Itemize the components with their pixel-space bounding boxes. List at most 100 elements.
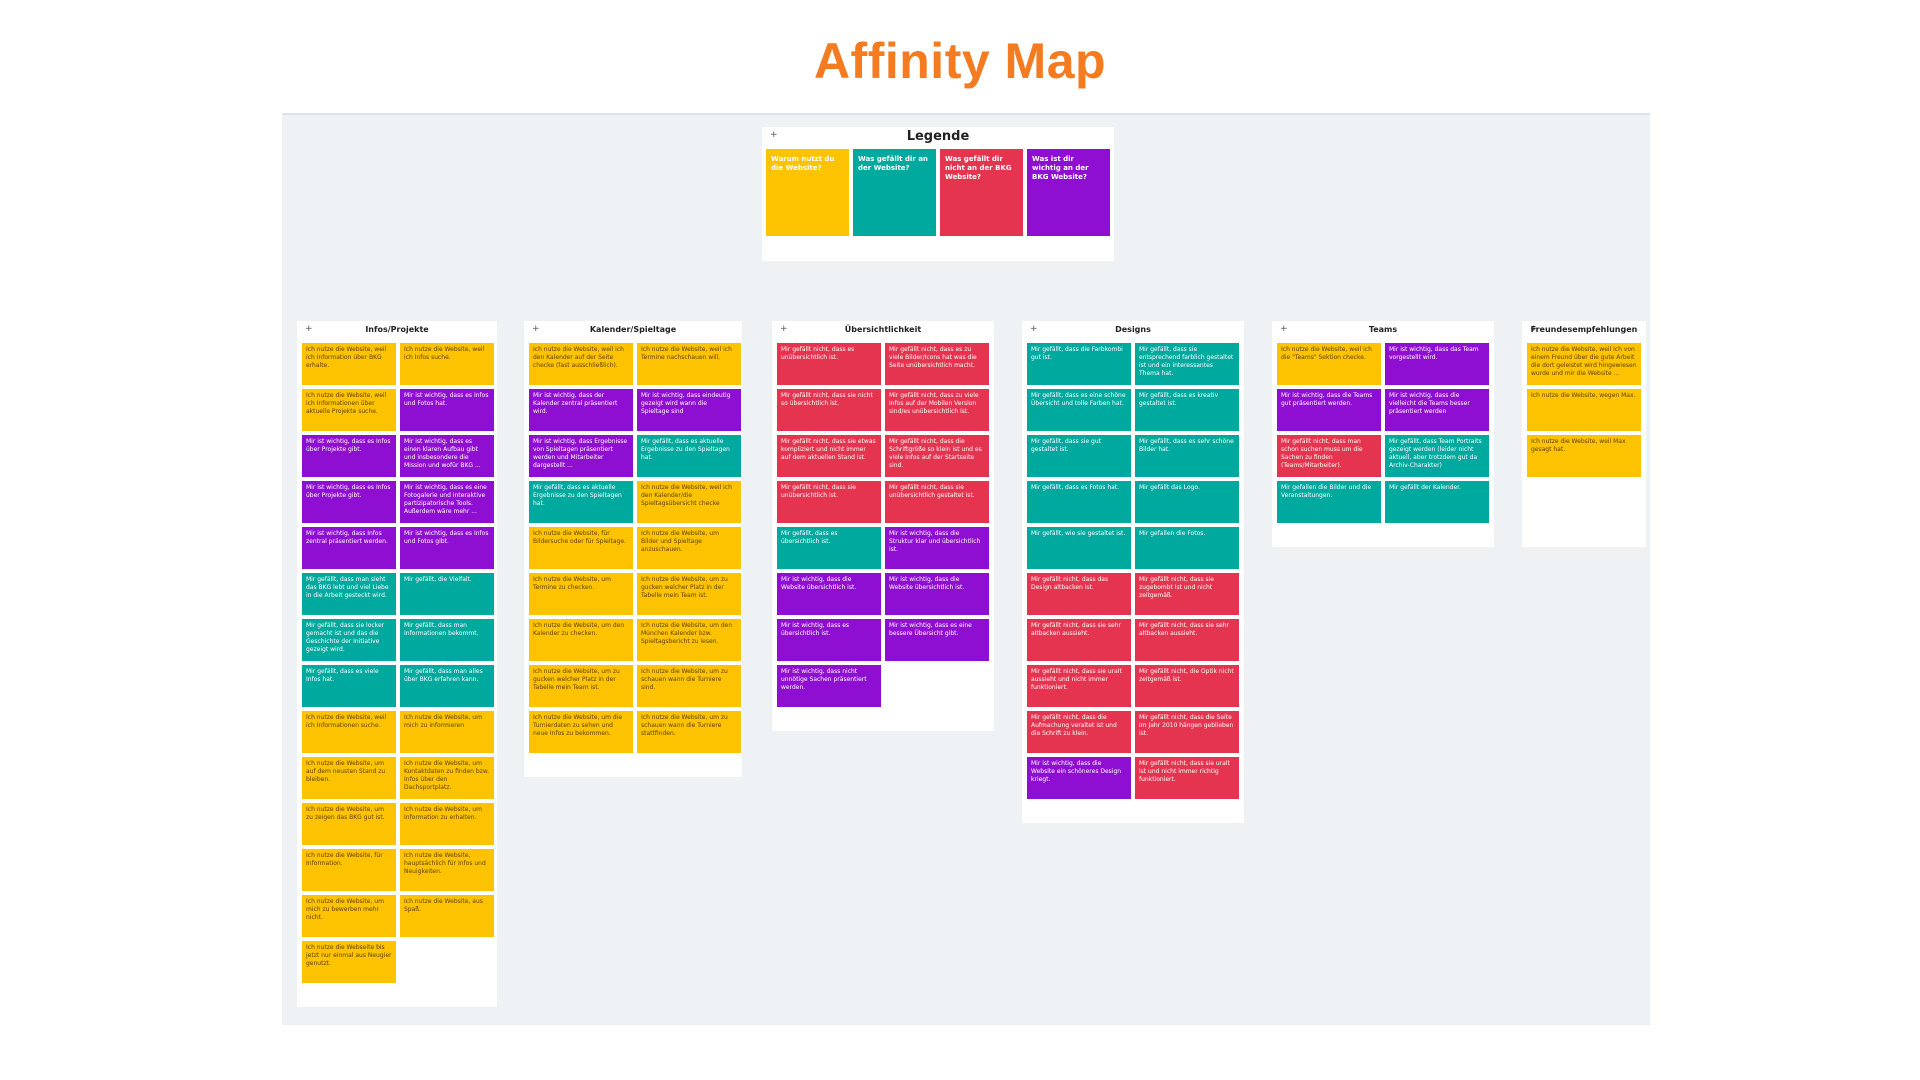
sticky-note[interactable]: Mir gefällt nicht, dass die Schriftgröße… bbox=[885, 435, 989, 477]
sticky-note[interactable]: Ich nutze die Website, für Information. bbox=[302, 849, 396, 891]
sticky-note[interactable]: Mir gefällt, dass sie gut gestaltet ist. bbox=[1027, 435, 1131, 477]
sticky-note[interactable]: Ich nutze die Website, um mich zu inform… bbox=[400, 711, 494, 753]
sticky-note[interactable]: Ich nutze die Website, aus Spaß. bbox=[400, 895, 494, 937]
sticky-note[interactable]: Mir ist wichtig, dass die Struktur klar … bbox=[885, 527, 989, 569]
sticky-note[interactable]: Mir gefällt nicht, dass sie unübersichtl… bbox=[777, 481, 881, 523]
sticky-note[interactable]: Mir gefällt nicht, die Optik nicht zeitg… bbox=[1135, 665, 1239, 707]
sticky-note[interactable]: Mir gefällt nicht, dass sie uralt aussie… bbox=[1027, 665, 1131, 707]
sticky-note[interactable]: Mir gefällt nicht, dass das Design altba… bbox=[1027, 573, 1131, 615]
sticky-note[interactable]: Mir gefällt, die Vielfalt. bbox=[400, 573, 494, 615]
legend-panel: + Legende Warum nutzt du die Website? Was… bbox=[762, 127, 1114, 261]
sticky-note[interactable]: Ich nutze die Website, um zu zeigen das … bbox=[302, 803, 396, 845]
sticky-note[interactable]: Ich nutze die Website, weil ich Infos su… bbox=[400, 343, 494, 385]
cluster-notes: Mir gefällt nicht, dass es unübersichtli… bbox=[777, 343, 994, 707]
sticky-note[interactable]: Mir ist wichtig, dass es eine Fotogaleri… bbox=[400, 481, 494, 523]
legend-note[interactable]: Was ist dir wichtig an der BKG Website? bbox=[1027, 149, 1110, 236]
sticky-note[interactable]: Mir gefällt, dass es aktuelle Ergebnisse… bbox=[637, 435, 741, 477]
sticky-note[interactable]: Mir ist wichtig, dass das Team vorgestel… bbox=[1385, 343, 1489, 385]
sticky-note[interactable]: Ich nutze die Website, weil Max gesagt h… bbox=[1527, 435, 1641, 477]
sticky-note[interactable]: Ich nutze die Website, weil ich die "Tea… bbox=[1277, 343, 1381, 385]
sticky-note[interactable]: Mir ist wichtig, dass es Infos und Fotos… bbox=[400, 389, 494, 431]
sticky-note[interactable]: Ich nutze die Website, um die Turnierdat… bbox=[529, 711, 633, 753]
sticky-note[interactable]: Mir gefällt, dass sie entsprechend farbl… bbox=[1135, 343, 1239, 385]
sticky-note[interactable]: Mir ist wichtig, dass Infos zentral präs… bbox=[302, 527, 396, 569]
sticky-note[interactable]: Mir gefällt, dass es kreativ gestaltet i… bbox=[1135, 389, 1239, 431]
sticky-note[interactable]: Ich nutze die Website, um mich zu bewerb… bbox=[302, 895, 396, 937]
sticky-note[interactable]: Mir gefällt, dass man alles über BKG erf… bbox=[400, 665, 494, 707]
sticky-note[interactable]: Mir gefällt nicht, dass sie uralt ist un… bbox=[1135, 757, 1239, 799]
sticky-note[interactable]: Ich nutze die Website, für Bildersuche o… bbox=[529, 527, 633, 569]
legend-note[interactable]: Was gefällt dir an der Website? bbox=[853, 149, 936, 236]
sticky-note[interactable]: Ich nutze die Website, um den München Ka… bbox=[637, 619, 741, 661]
sticky-note[interactable]: Mir gefällt nicht, dass sie sehr altback… bbox=[1135, 619, 1239, 661]
sticky-note[interactable]: Mir gefällt nicht, dass zu viele Infos a… bbox=[885, 389, 989, 431]
sticky-note[interactable]: Ich nutze die Website, weil ich von eine… bbox=[1527, 343, 1641, 385]
sticky-note[interactable]: Ich nutze die Website, um auf dem neuste… bbox=[302, 757, 396, 799]
sticky-note[interactable]: Mir gefallen die Bilder und die Veransta… bbox=[1277, 481, 1381, 523]
sticky-note[interactable]: Mir ist wichtig, dass die vielleicht die… bbox=[1385, 389, 1489, 431]
page-title: Affinity Map bbox=[813, 33, 1107, 89]
sticky-note[interactable]: Mir gefällt, dass es viele Infos hat. bbox=[302, 665, 396, 707]
sticky-note[interactable]: Mir gefällt nicht, dass es zu viele Bild… bbox=[885, 343, 989, 385]
sticky-note[interactable]: Mir gefällt nicht, dass sie zugebombt is… bbox=[1135, 573, 1239, 615]
sticky-note[interactable]: Ich nutze die Website, um den Kalender z… bbox=[529, 619, 633, 661]
sticky-note[interactable]: Mir gefällt nicht, dass sie sehr altback… bbox=[1027, 619, 1131, 661]
sticky-note[interactable]: Ich nutze die Website, um Information zu… bbox=[400, 803, 494, 845]
sticky-note[interactable]: Mir gefällt nicht, dass man schon suchen… bbox=[1277, 435, 1381, 477]
sticky-note[interactable]: Mir ist wichtig, dass es einen klaren Au… bbox=[400, 435, 494, 477]
sticky-note[interactable]: Mir ist wichtig, dass die Teams gut präs… bbox=[1277, 389, 1381, 431]
sticky-note[interactable]: Ich nutze die Website, um zu gucken welc… bbox=[529, 665, 633, 707]
sticky-note[interactable]: Mir gefällt, dass es eine schöne Übersic… bbox=[1027, 389, 1131, 431]
sticky-note[interactable]: Mir gefallen die Fotos. bbox=[1135, 527, 1239, 569]
sticky-note[interactable]: Mir gefällt nicht, dass die Seite im Jah… bbox=[1135, 711, 1239, 753]
sticky-note[interactable]: Ich nutze die Website, um Kontaktdaten z… bbox=[400, 757, 494, 799]
sticky-note[interactable]: Mir gefällt, dass es sehr schöne Bilder … bbox=[1135, 435, 1239, 477]
sticky-note[interactable]: Mir gefällt, dass Team Portraits gezeigt… bbox=[1385, 435, 1489, 477]
sticky-note[interactable]: Mir ist wichtig, dass nicht unnötige Sac… bbox=[777, 665, 881, 707]
sticky-note[interactable]: Mir gefällt das Logo. bbox=[1135, 481, 1239, 523]
sticky-note[interactable]: Mir gefällt, dass man sieht das BKG lebt… bbox=[302, 573, 396, 615]
sticky-note[interactable]: Mir ist wichtig, dass es eine bessere Üb… bbox=[885, 619, 989, 661]
sticky-note[interactable]: Ich nutze die Website, um Termine zu che… bbox=[529, 573, 633, 615]
sticky-note[interactable]: Mir gefällt nicht, dass sie nicht so übe… bbox=[777, 389, 881, 431]
sticky-note[interactable]: Mir gefällt, dass es übersichtlich ist. bbox=[777, 527, 881, 569]
sticky-note[interactable]: Mir gefällt, dass es Fotos hat. bbox=[1027, 481, 1131, 523]
sticky-note[interactable]: Mir ist wichtig, dass die Website ein sc… bbox=[1027, 757, 1131, 799]
sticky-note[interactable]: Mir gefällt, wie sie gestaltet ist. bbox=[1027, 527, 1131, 569]
sticky-note[interactable]: Mir gefällt, dass sie locker gemacht ist… bbox=[302, 619, 396, 661]
sticky-note[interactable]: Ich nutze die Website, um zu gucken welc… bbox=[637, 573, 741, 615]
sticky-note[interactable]: Mir ist wichtig, dass es Infos und Fotos… bbox=[400, 527, 494, 569]
sticky-note[interactable]: Mir ist wichtig, dass es Infos über Proj… bbox=[302, 481, 396, 523]
sticky-note[interactable]: Ich nutze die Webseite bis jetzt nur ein… bbox=[302, 941, 396, 983]
sticky-note[interactable]: Ich nutze die Website, weil ich Termine … bbox=[637, 343, 741, 385]
sticky-note[interactable]: Mir ist wichtig, dass Ergebnisse von Spi… bbox=[529, 435, 633, 477]
sticky-note[interactable]: Ich nutze die Website, um Bilder und Spi… bbox=[637, 527, 741, 569]
sticky-note[interactable]: Ich nutze die Website, weil ich den Kale… bbox=[637, 481, 741, 523]
sticky-note[interactable]: Mir gefällt, dass die Farbkombi gut ist. bbox=[1027, 343, 1131, 385]
cluster-column: + Designs Mir gefällt, dass die Farbkombi … bbox=[1022, 321, 1244, 823]
sticky-note[interactable]: Ich nutze die Website, weil ich den Kale… bbox=[529, 343, 633, 385]
sticky-note[interactable]: Mir ist wichtig, dass eindeutig gezeigt … bbox=[637, 389, 741, 431]
sticky-note[interactable]: Mir ist wichtig, dass die Website übersi… bbox=[885, 573, 989, 615]
sticky-note[interactable]: Mir gefällt der Kalender. bbox=[1385, 481, 1489, 523]
legend-note[interactable]: Was gefällt dir nicht an der BKG Website… bbox=[940, 149, 1023, 236]
sticky-note[interactable]: Ich nutze die Website, hauptsächlich für… bbox=[400, 849, 494, 891]
sticky-note[interactable]: Mir ist wichtig, dass der Kalender zentr… bbox=[529, 389, 633, 431]
sticky-note[interactable]: Mir ist wichtig, dass die Website übersi… bbox=[777, 573, 881, 615]
sticky-note[interactable]: Mir gefällt nicht, dass sie etwas kompli… bbox=[777, 435, 881, 477]
sticky-note[interactable]: Ich nutze die Website, um zu schauen wan… bbox=[637, 711, 741, 753]
sticky-note[interactable]: Ich nutze die Website, um zu schauen wan… bbox=[637, 665, 741, 707]
sticky-note[interactable]: Ich nutze die Website, weil ich Informat… bbox=[302, 389, 396, 431]
sticky-note[interactable]: Mir gefällt nicht, dass es unübersichtli… bbox=[777, 343, 881, 385]
sticky-note[interactable]: Mir gefällt nicht, dass sie unübersichtl… bbox=[885, 481, 989, 523]
sticky-note[interactable]: Ich nutze die Website, wegen Max. bbox=[1527, 389, 1641, 431]
sticky-note[interactable]: Mir ist wichtig, dass es Infos über Proj… bbox=[302, 435, 396, 477]
sticky-note[interactable]: Mir gefällt, dass man Informationen beko… bbox=[400, 619, 494, 661]
sticky-note[interactable]: Ich nutze die Website, weil ich Informat… bbox=[302, 711, 396, 753]
sticky-note[interactable]: Mir gefällt, dass es aktuelle Ergebnisse… bbox=[529, 481, 633, 523]
sticky-note[interactable]: Mir gefällt nicht, dass die Aufmachung v… bbox=[1027, 711, 1131, 753]
sticky-note[interactable]: Ich nutze die Website, weil ich Informat… bbox=[302, 343, 396, 385]
cluster-notes: Mir gefällt, dass die Farbkombi gut ist.… bbox=[1027, 343, 1244, 799]
sticky-note[interactable]: Mir ist wichtig, dass es übersichtlich i… bbox=[777, 619, 881, 661]
legend-note[interactable]: Warum nutzt du die Website? bbox=[766, 149, 849, 236]
